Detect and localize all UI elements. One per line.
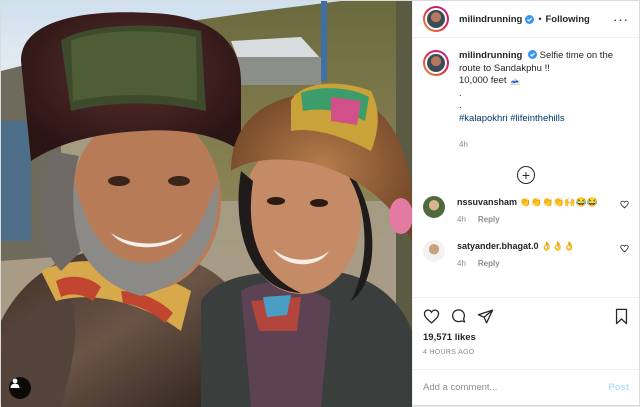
add-comment-input[interactable]: Add a comment... xyxy=(423,382,497,393)
selfie-image xyxy=(1,1,412,407)
caption-line-dot: . xyxy=(459,87,462,99)
like-comment-icon[interactable] xyxy=(620,244,629,255)
post-comment-button[interactable]: Post xyxy=(608,382,629,393)
comment-time: 4h xyxy=(457,258,466,268)
separator-dot: • xyxy=(538,14,542,24)
verified-icon xyxy=(527,50,537,59)
comment-time: 4h xyxy=(457,214,466,224)
more-icon[interactable]: ··· xyxy=(613,13,629,26)
instagram-post: milindrunning • Following ··· milindrunn… xyxy=(0,0,640,407)
mountain-emoji: 🗻 xyxy=(509,75,522,86)
comment-item: nssuvansham 👏👏👏👏🙌😂😂 4h Reply xyxy=(423,195,629,226)
add-comment-bar: Add a comment... Post xyxy=(413,369,639,405)
author-avatar[interactable] xyxy=(423,6,449,32)
caption-avatar[interactable] xyxy=(423,50,449,76)
like-comment-icon[interactable] xyxy=(620,200,629,211)
caption-hashtags[interactable]: #kalapokhri #lifeinthehills xyxy=(459,113,629,126)
caption-time: 4h xyxy=(459,140,468,149)
save-icon[interactable] xyxy=(614,308,629,325)
caption-altitude: 10,000 feet xyxy=(459,75,507,86)
user-tag-button[interactable] xyxy=(9,377,31,399)
comment-avatar[interactable] xyxy=(423,195,445,218)
author-username[interactable]: milindrunning xyxy=(459,14,522,25)
caption-username[interactable]: milindrunning xyxy=(459,50,522,61)
comment-icon[interactable] xyxy=(450,308,467,325)
following-button[interactable]: Following xyxy=(545,14,589,25)
comment-avatar[interactable] xyxy=(423,239,445,262)
load-more-comments-button[interactable]: + xyxy=(423,165,629,184)
verified-icon xyxy=(525,14,535,24)
post-timestamp: 4 HOURS AGO xyxy=(423,349,475,356)
likes-count[interactable]: 19,571 likes xyxy=(423,332,629,343)
post-header: milindrunning • Following ··· xyxy=(413,1,639,38)
caption-line-dot: . xyxy=(459,100,462,111)
comments-area[interactable]: milindrunning Selfie time on the route t… xyxy=(413,38,639,297)
comment-username[interactable]: nssuvansham xyxy=(457,197,517,207)
comment-username[interactable]: satyander.bhagat.0 xyxy=(457,241,539,251)
caption-body: milindrunning Selfie time on the route t… xyxy=(459,50,629,152)
add-circle-icon: + xyxy=(517,165,535,184)
post-sidebar: milindrunning • Following ··· milindrunn… xyxy=(412,1,639,405)
reply-button[interactable]: Reply xyxy=(478,259,500,268)
comment-text: 👏👏👏👏🙌😂😂 xyxy=(519,196,598,207)
comment-text: 👌👌👌 xyxy=(541,240,575,251)
comment-item: satyander.bhagat.0 👌👌👌 4h Reply xyxy=(423,239,629,270)
reply-button[interactable]: Reply xyxy=(478,215,500,224)
share-icon[interactable] xyxy=(477,308,494,325)
caption: milindrunning Selfie time on the route t… xyxy=(423,50,629,152)
post-photo[interactable] xyxy=(1,1,412,407)
heart-icon[interactable] xyxy=(423,308,440,325)
post-actions: 19,571 likes 4 HOURS AGO xyxy=(413,297,639,369)
